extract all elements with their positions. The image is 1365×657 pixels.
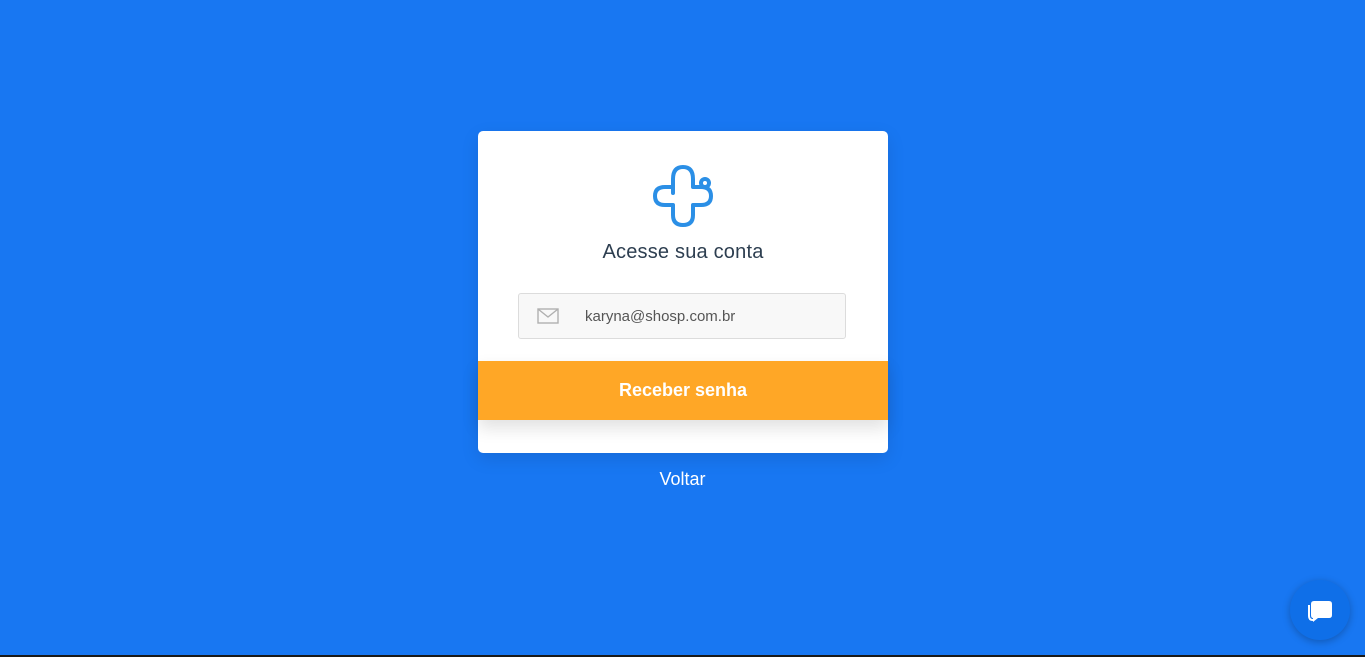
chat-button[interactable]	[1290, 580, 1350, 640]
email-input[interactable]	[577, 294, 845, 338]
page-title: Acesse sua conta	[602, 241, 764, 263]
mail-icon	[537, 308, 559, 324]
email-field[interactable]	[518, 293, 846, 339]
chat-bubble-icon	[1308, 601, 1332, 622]
stethoscope-cross-icon	[653, 165, 713, 227]
page: Acesse sua conta Receber senha Voltar	[0, 0, 1365, 657]
back-link[interactable]: Voltar	[0, 469, 1365, 490]
login-card: Acesse sua conta Receber senha	[478, 131, 888, 453]
receive-password-button[interactable]: Receber senha	[478, 361, 888, 420]
